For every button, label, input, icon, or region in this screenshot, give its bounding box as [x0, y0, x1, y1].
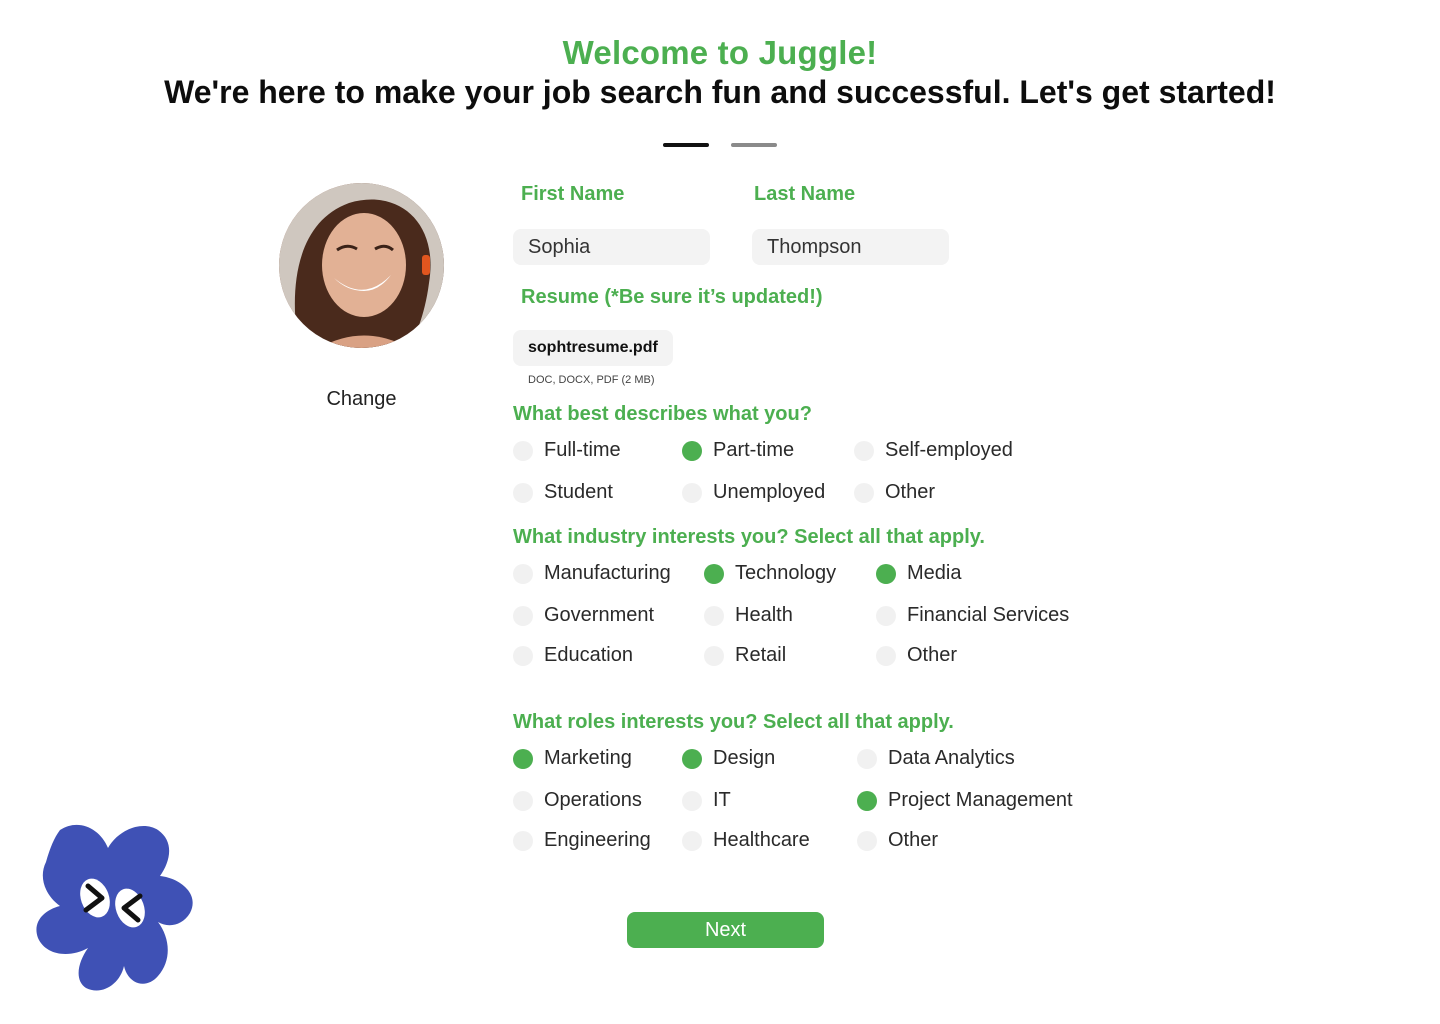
- industry-option-technology[interactable]: Technology: [704, 562, 836, 585]
- employment-option-label: Self-employed: [885, 439, 1013, 461]
- employment-option-other[interactable]: Other: [854, 481, 935, 504]
- roles-option-design[interactable]: Design: [682, 747, 775, 770]
- employment-option-label: Other: [885, 481, 936, 503]
- roles-option-other[interactable]: Other: [857, 829, 938, 852]
- juggle-mascot-icon: [36, 824, 193, 991]
- step-indicator: [663, 143, 777, 147]
- industry-option-manufacturing[interactable]: Manufacturing: [513, 562, 671, 585]
- radio-selected-icon[interactable]: [513, 748, 533, 769]
- radio-unselected-icon[interactable]: [513, 563, 533, 584]
- resume-file-hint: DOC, DOCX, PDF (2 MB): [528, 374, 655, 386]
- radio-unselected-icon[interactable]: [857, 830, 877, 851]
- radio-selected-icon[interactable]: [876, 563, 896, 584]
- roles-question: What roles interests you? Select all tha…: [513, 711, 954, 733]
- roles-option-label: Project Management: [888, 789, 1073, 811]
- employment-option-self-employed[interactable]: Self-employed: [854, 439, 1013, 462]
- employment-option-label: Part-time: [713, 439, 795, 461]
- industry-option-health[interactable]: Health: [704, 604, 793, 627]
- industry-option-retail[interactable]: Retail: [704, 644, 786, 667]
- industry-option-financial-services[interactable]: Financial Services: [876, 604, 1069, 627]
- industry-option-government[interactable]: Government: [513, 604, 654, 627]
- employment-option-unemployed[interactable]: Unemployed: [682, 481, 825, 504]
- industry-option-label: Education: [544, 644, 633, 666]
- roles-option-label: Other: [888, 829, 939, 851]
- radio-unselected-icon[interactable]: [513, 605, 533, 626]
- employment-question: What best describes what you?: [513, 403, 812, 425]
- radio-unselected-icon[interactable]: [513, 440, 533, 461]
- roles-option-project-management[interactable]: Project Management: [857, 789, 1073, 812]
- resume-label: Resume (*Be sure it’s updated!): [521, 286, 823, 308]
- radio-selected-icon[interactable]: [682, 748, 702, 769]
- roles-option-healthcare[interactable]: Healthcare: [682, 829, 810, 852]
- employment-option-label: Full-time: [544, 439, 621, 461]
- profile-avatar[interactable]: [279, 183, 444, 348]
- radio-unselected-icon[interactable]: [857, 748, 877, 769]
- first-name-label: First Name: [521, 183, 625, 205]
- roles-option-it[interactable]: IT: [682, 789, 731, 812]
- radio-unselected-icon[interactable]: [876, 605, 896, 626]
- industry-question: What industry interests you? Select all …: [513, 526, 985, 548]
- industry-option-label: Financial Services: [907, 604, 1070, 626]
- roles-option-label: Design: [713, 747, 776, 769]
- roles-option-label: IT: [713, 789, 731, 811]
- welcome-title: Welcome to Juggle!: [562, 34, 878, 71]
- radio-selected-icon[interactable]: [682, 440, 702, 461]
- radio-unselected-icon[interactable]: [704, 605, 724, 626]
- roles-option-engineering[interactable]: Engineering: [513, 829, 651, 852]
- radio-unselected-icon[interactable]: [854, 482, 874, 503]
- industry-option-label: Media: [907, 562, 962, 584]
- last-name-label: Last Name: [754, 183, 856, 205]
- radio-unselected-icon[interactable]: [513, 790, 533, 811]
- industry-option-label: Manufacturing: [544, 562, 671, 584]
- employment-option-label: Unemployed: [713, 481, 826, 503]
- next-button[interactable]: Next: [627, 912, 824, 948]
- roles-option-label: Healthcare: [713, 829, 810, 851]
- radio-unselected-icon[interactable]: [513, 830, 533, 851]
- roles-option-label: Marketing: [544, 747, 632, 769]
- radio-unselected-icon[interactable]: [876, 645, 896, 666]
- industry-option-label: Retail: [735, 644, 787, 666]
- industry-option-education[interactable]: Education: [513, 644, 633, 667]
- roles-option-data-analytics[interactable]: Data Analytics: [857, 747, 1015, 770]
- roles-option-label: Data Analytics: [888, 747, 1015, 769]
- change-photo-link[interactable]: Change: [279, 388, 444, 411]
- employment-option-part-time[interactable]: Part-time: [682, 439, 794, 462]
- tagline: We're here to make your job search fun a…: [164, 74, 1276, 110]
- radio-unselected-icon[interactable]: [704, 645, 724, 666]
- last-name-input[interactable]: [752, 229, 949, 265]
- step-2-indicator: [731, 143, 777, 147]
- radio-unselected-icon[interactable]: [513, 482, 533, 503]
- roles-option-operations[interactable]: Operations: [513, 789, 642, 812]
- roles-option-label: Engineering: [544, 829, 651, 851]
- industry-option-label: Government: [544, 604, 655, 626]
- employment-option-full-time[interactable]: Full-time: [513, 439, 621, 462]
- employment-option-label: Student: [544, 481, 613, 503]
- step-1-indicator: [663, 143, 709, 147]
- industry-option-label: Other: [907, 644, 958, 666]
- employment-option-student[interactable]: Student: [513, 481, 613, 504]
- radio-selected-icon[interactable]: [857, 790, 877, 811]
- roles-option-label: Operations: [544, 789, 642, 811]
- radio-unselected-icon[interactable]: [682, 830, 702, 851]
- first-name-input[interactable]: [513, 229, 710, 265]
- radio-unselected-icon[interactable]: [854, 440, 874, 461]
- industry-option-media[interactable]: Media: [876, 562, 961, 585]
- industry-option-label: Technology: [735, 562, 837, 584]
- radio-unselected-icon[interactable]: [682, 790, 702, 811]
- radio-selected-icon[interactable]: [704, 563, 724, 584]
- industry-option-other[interactable]: Other: [876, 644, 957, 667]
- roles-option-marketing[interactable]: Marketing: [513, 747, 632, 770]
- industry-option-label: Health: [735, 604, 793, 626]
- radio-unselected-icon[interactable]: [682, 482, 702, 503]
- resume-file-button[interactable]: sophtresume.pdf: [513, 330, 673, 366]
- radio-unselected-icon[interactable]: [513, 645, 533, 666]
